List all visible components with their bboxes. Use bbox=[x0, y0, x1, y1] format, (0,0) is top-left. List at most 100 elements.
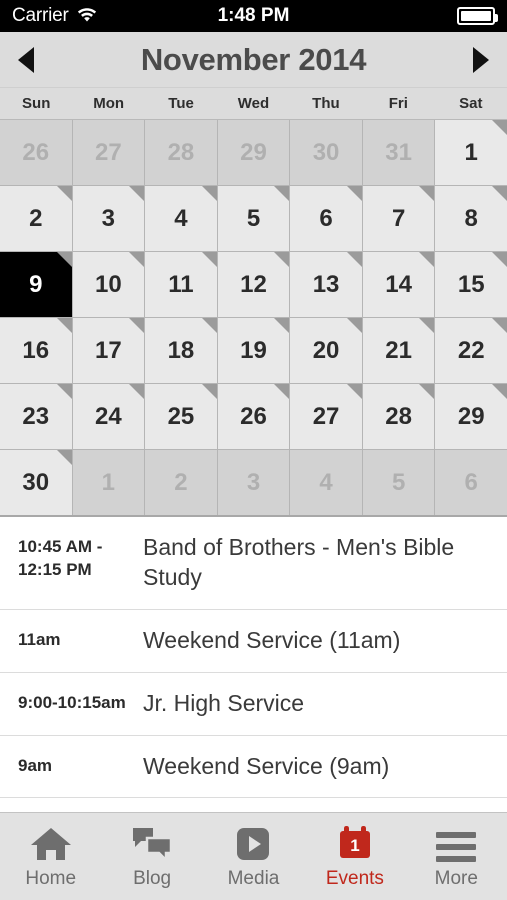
next-month-button[interactable] bbox=[455, 32, 507, 88]
calendar-day-cell[interactable]: 4 bbox=[145, 186, 217, 251]
event-title: Weekend Service (11am) bbox=[143, 626, 401, 653]
tab-more[interactable]: More bbox=[406, 813, 507, 900]
event-marker-icon bbox=[419, 252, 435, 267]
calendar-day-cell[interactable]: 28 bbox=[145, 120, 217, 185]
calendar-day-cell[interactable]: 31 bbox=[362, 120, 435, 185]
calendar-day-cell[interactable]: 3 bbox=[217, 450, 290, 515]
event-marker-icon bbox=[201, 252, 217, 267]
event-row[interactable]: 11am Weekend Service (11am) bbox=[0, 610, 507, 673]
day-number: 18 bbox=[167, 336, 195, 364]
calendar-day-cell[interactable]: 14 bbox=[362, 252, 435, 317]
day-number: 30 bbox=[22, 468, 50, 496]
calendar-day-cell[interactable]: 10 bbox=[72, 252, 145, 317]
event-time: 9:00-10:15am bbox=[18, 692, 126, 712]
month-title: November 2014 bbox=[140, 41, 367, 77]
calendar-day-cell[interactable]: 20 bbox=[290, 318, 362, 383]
weekday-label-mon: Mon bbox=[93, 95, 125, 112]
calendar-day-cell[interactable]: 5 bbox=[217, 186, 290, 251]
day-number: 27 bbox=[312, 402, 340, 430]
calendar-day-cell[interactable]: 17 bbox=[72, 318, 145, 383]
weekday-header-row: Sun Mon Tue Wed Thu Fri Sat bbox=[0, 88, 507, 120]
event-marker-icon bbox=[201, 186, 217, 201]
day-number: 1 bbox=[101, 468, 116, 496]
day-number: 2 bbox=[174, 468, 188, 496]
event-marker-icon bbox=[56, 384, 72, 399]
weekday-label-sat: Sat bbox=[459, 95, 483, 112]
event-marker-icon bbox=[491, 120, 507, 135]
tab-blog[interactable]: Blog bbox=[101, 813, 202, 900]
calendar-day-cell[interactable]: 11 bbox=[145, 252, 217, 317]
event-title: Jr. High Service bbox=[143, 689, 305, 716]
calendar-day-cell[interactable]: 26 bbox=[0, 120, 72, 185]
calendar-day-cell[interactable]: 5 bbox=[362, 450, 435, 515]
event-row[interactable]: 9:00-10:15am Jr. High Service bbox=[0, 673, 507, 736]
day-number: 26 bbox=[22, 138, 50, 166]
calendar-day-cell[interactable]: 3 bbox=[72, 186, 145, 251]
calendar-day-cell[interactable]: 27 bbox=[72, 120, 145, 185]
day-number: 30 bbox=[312, 138, 340, 166]
play-icon bbox=[232, 824, 274, 862]
event-row[interactable]: 10:45 AM - 12:15 PM Band of Brothers - Me… bbox=[0, 517, 507, 610]
tab-events[interactable]: 1 Events bbox=[304, 813, 405, 900]
day-number: 17 bbox=[95, 336, 122, 364]
prev-month-button[interactable] bbox=[0, 32, 52, 88]
battery-level-fill bbox=[461, 11, 491, 21]
calendar-day-cell[interactable]: 30 bbox=[290, 120, 362, 185]
calendar-day-cell[interactable]: 25 bbox=[145, 384, 217, 449]
calendar-day-cell[interactable]: 24 bbox=[72, 384, 145, 449]
calendar-day-cell[interactable]: 4 bbox=[290, 450, 362, 515]
calendar-day-cell[interactable]: 30 bbox=[0, 450, 72, 515]
calendar-day-cell[interactable]: 29 bbox=[435, 384, 507, 449]
day-number: 16 bbox=[22, 336, 50, 364]
calendar-day-cell[interactable]: 23 bbox=[0, 384, 72, 449]
day-number: 4 bbox=[319, 468, 333, 496]
day-number: 12 bbox=[240, 270, 267, 298]
calendar-day-cell[interactable]: 26 bbox=[217, 384, 290, 449]
calendar-day-cell[interactable]: 18 bbox=[145, 318, 217, 383]
calendar-day-cell[interactable]: 15 bbox=[435, 252, 507, 317]
status-bar: Carrier 1:48 PM bbox=[0, 0, 507, 32]
calendar-app-screen: Carrier 1:48 PM November 2014 Sun Mon Tu… bbox=[0, 0, 507, 900]
calendar-day-cell[interactable]: 2 bbox=[0, 186, 72, 251]
day-number: 28 bbox=[167, 138, 195, 166]
day-number: 19 bbox=[240, 336, 267, 364]
day-number: 3 bbox=[101, 204, 116, 232]
event-marker-icon bbox=[56, 450, 72, 465]
calendar-day-cell[interactable]: 22 bbox=[435, 318, 507, 383]
calendar-day-cell[interactable]: 13 bbox=[290, 252, 362, 317]
weekday-label-sun: Sun bbox=[22, 95, 51, 112]
event-marker-icon bbox=[346, 186, 362, 201]
event-marker-icon bbox=[419, 318, 435, 333]
day-number: 3 bbox=[246, 468, 261, 496]
event-row[interactable]: 9am Weekend Service (9am) bbox=[0, 736, 507, 799]
event-marker-icon bbox=[201, 384, 217, 399]
calendar-day-cell[interactable]: 8 bbox=[435, 186, 507, 251]
calendar-day-cell[interactable]: 6 bbox=[290, 186, 362, 251]
weekday-label-fri: Fri bbox=[388, 95, 408, 112]
calendar-day-cell[interactable]: 12 bbox=[217, 252, 290, 317]
calendar-day-cell[interactable]: 2 bbox=[145, 450, 217, 515]
tab-media[interactable]: Media bbox=[203, 813, 304, 900]
calendar-day-cell[interactable]: 19 bbox=[217, 318, 290, 383]
calendar-day-cell[interactable]: 7 bbox=[362, 186, 435, 251]
day-number: 10 bbox=[95, 270, 122, 298]
day-number: 5 bbox=[246, 204, 261, 232]
calendar-day-cell[interactable]: 27 bbox=[290, 384, 362, 449]
day-number: 22 bbox=[457, 336, 485, 364]
calendar-day-cell[interactable]: 1 bbox=[435, 120, 507, 185]
event-marker-icon bbox=[274, 252, 290, 267]
day-number: 28 bbox=[385, 402, 412, 430]
calendar-day-cell[interactable]: 21 bbox=[362, 318, 435, 383]
event-marker-icon bbox=[419, 384, 435, 399]
calendar-day-cell[interactable]: 29 bbox=[217, 120, 290, 185]
tab-home[interactable]: Home bbox=[0, 813, 101, 900]
bottom-tab-bar: Home Blog Media 1 Events More bbox=[0, 812, 507, 900]
event-time: 11am bbox=[18, 629, 61, 649]
status-bar-right bbox=[457, 7, 498, 25]
weekday-label-tue: Tue bbox=[168, 95, 194, 112]
calendar-day-cell-selected[interactable]: 9 bbox=[0, 252, 72, 317]
calendar-day-cell[interactable]: 28 bbox=[362, 384, 435, 449]
calendar-day-cell[interactable]: 6 bbox=[435, 450, 507, 515]
calendar-day-cell[interactable]: 1 bbox=[72, 450, 145, 515]
calendar-day-cell[interactable]: 16 bbox=[0, 318, 72, 383]
